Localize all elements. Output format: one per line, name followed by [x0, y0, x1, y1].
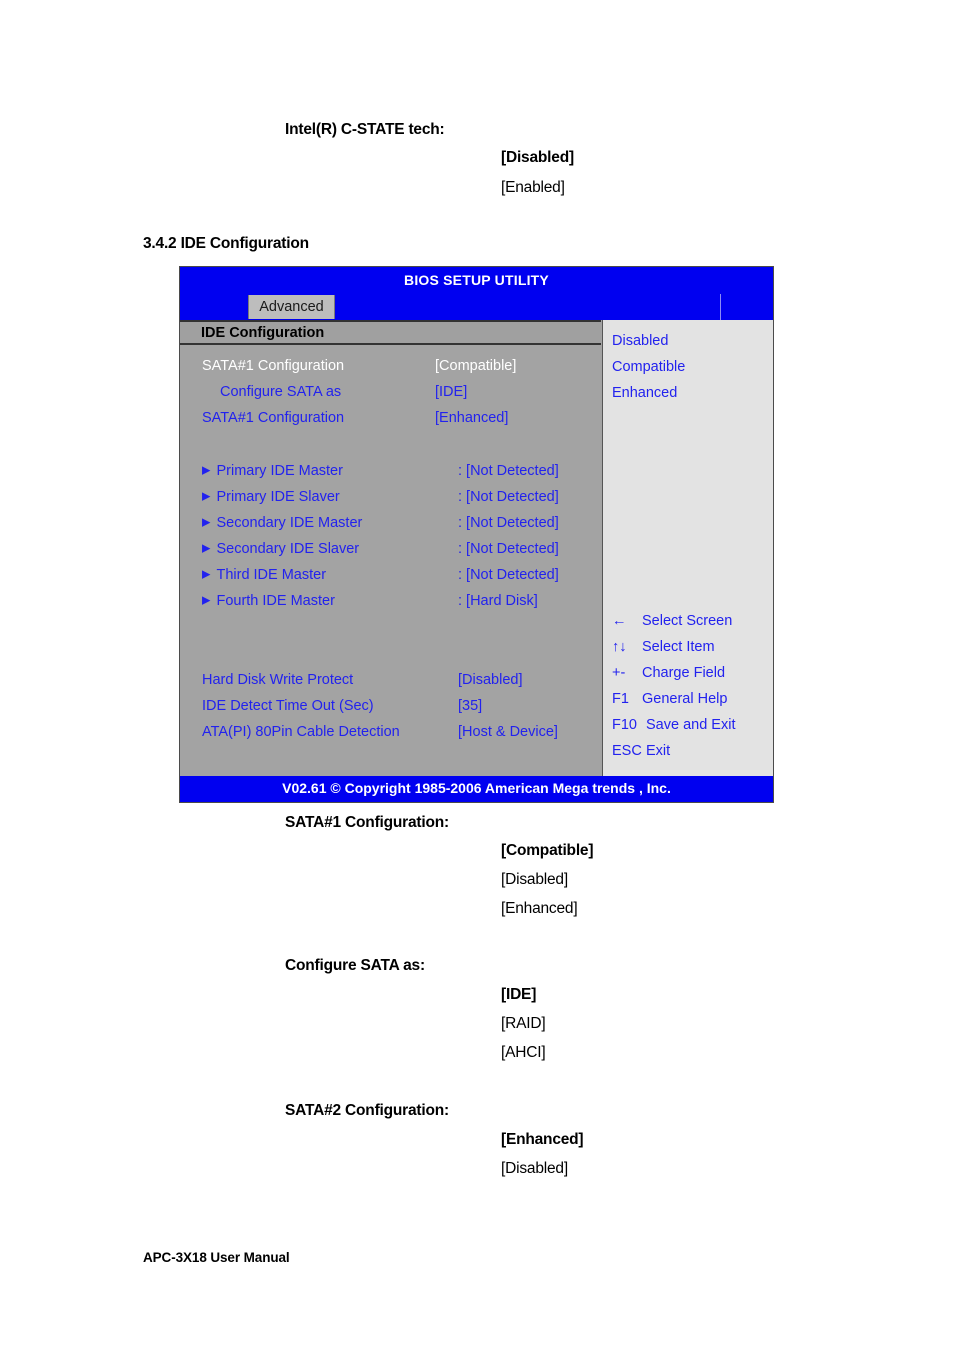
f10-key: F10: [612, 717, 637, 733]
setting-label: IDE Detect Time Out (Sec): [202, 698, 374, 714]
block-2-option-1: [Disabled]: [501, 1160, 568, 1177]
setting-value[interactable]: [IDE]: [435, 384, 467, 400]
setting-row-hard-disk-write-protect[interactable]: Hard Disk Write Protect [Disabled]: [180, 672, 601, 692]
setting-value[interactable]: [Disabled]: [458, 672, 522, 688]
nav-label: Save and Exit: [646, 717, 736, 733]
triangle-right-icon: ▶: [202, 464, 211, 477]
setting-row-ata-80pin-cable-detection[interactable]: ATA(PI) 80Pin Cable Detection [Host & De…: [180, 724, 601, 744]
triangle-right-icon: ▶: [202, 516, 211, 529]
bios-title: BIOS SETUP UTILITY: [404, 272, 549, 288]
device-value: : [Not Detected]: [458, 567, 559, 583]
setting-row-configure-sata-as[interactable]: Configure SATA as [IDE]: [180, 384, 601, 404]
setting-row-sata1-configuration[interactable]: SATA#1 Configuration [Compatible]: [180, 358, 601, 378]
nav-select-item: ↑↓ Select Item: [612, 639, 715, 655]
setting-label: SATA#1 Configuration: [202, 358, 345, 374]
device-label-text: Primary IDE Master: [216, 463, 343, 479]
block-2-option-0: [Enhanced]: [501, 1131, 584, 1148]
nav-exit: ESC Exit: [612, 743, 670, 759]
help-option-enhanced[interactable]: Enhanced: [612, 385, 677, 401]
device-label: ▶ Primary IDE Slaver: [202, 489, 340, 505]
device-row-secondary-ide-slaver[interactable]: ▶ Secondary IDE Slaver : [Not Detected]: [180, 541, 601, 561]
f1-key: F1: [612, 691, 629, 707]
setting-label: ATA(PI) 80Pin Cable Detection: [202, 724, 400, 740]
device-label: ▶ Secondary IDE Slaver: [202, 541, 359, 557]
block-1-option-0: [IDE]: [501, 986, 537, 1003]
nav-charge-field: +- Charge Field: [612, 665, 725, 681]
device-row-primary-ide-slaver[interactable]: ▶ Primary IDE Slaver : [Not Detected]: [180, 489, 601, 509]
block-label-configure-sata-as: Configure SATA as:: [285, 957, 425, 974]
nav-label: General Help: [642, 691, 728, 707]
triangle-right-icon: ▶: [202, 490, 211, 503]
block-0-option-2: [Enhanced]: [501, 900, 578, 917]
device-row-secondary-ide-master[interactable]: ▶ Secondary IDE Master : [Not Detected]: [180, 515, 601, 535]
section-heading: 3.4.2 IDE Configuration: [143, 235, 309, 252]
bios-tabbar: Advanced: [180, 294, 773, 320]
device-label: ▶ Third IDE Master: [202, 567, 326, 583]
block-1-option-1: [RAID]: [501, 1015, 546, 1032]
device-row-third-ide-master[interactable]: ▶ Third IDE Master : [Not Detected]: [180, 567, 601, 587]
device-label: ▶ Primary IDE Master: [202, 463, 343, 479]
device-label-text: Primary IDE Slaver: [216, 489, 340, 505]
setting-value[interactable]: [Enhanced]: [435, 410, 508, 426]
block-label-sata1-configuration: SATA#1 Configuration:: [285, 814, 449, 831]
device-value: : [Not Detected]: [458, 489, 559, 505]
triangle-right-icon: ▶: [202, 542, 211, 555]
cstate-label: Intel(R) C-STATE tech:: [285, 121, 445, 138]
bios-copyright-text: V02.61 © Copyright 1985-2006 American Me…: [282, 780, 671, 796]
nav-label: Select Item: [642, 639, 715, 655]
help-pane: Disabled Compatible Enhanced ← Select Scr…: [602, 320, 773, 776]
block-0-option-0: [Compatible]: [501, 842, 594, 859]
help-option-disabled[interactable]: Disabled: [612, 333, 668, 349]
nav-label: Select Screen: [642, 613, 733, 629]
help-option-compatible[interactable]: Compatible: [612, 359, 685, 375]
esc-key: ESC: [612, 743, 642, 759]
nav-select-screen: ← Select Screen: [612, 613, 732, 629]
device-row-primary-ide-master[interactable]: ▶ Primary IDE Master : [Not Detected]: [180, 463, 601, 483]
device-value: : [Not Detected]: [458, 541, 559, 557]
setting-value[interactable]: [Host & Device]: [458, 724, 558, 740]
setting-label: SATA#1 Configuration: [202, 410, 345, 426]
bios-setup-screenshot: BIOS SETUP UTILITY Advanced IDE Configur…: [179, 266, 774, 803]
setting-row-ide-detect-time-out[interactable]: IDE Detect Time Out (Sec) [35]: [180, 698, 601, 718]
cstate-option-0: [Disabled]: [501, 149, 574, 166]
block-1-option-2: [AHCI]: [501, 1044, 546, 1061]
device-value: : [Not Detected]: [458, 515, 559, 531]
device-label-text: Fourth IDE Master: [216, 593, 335, 609]
settings-pane: IDE Configuration SATA#1 Configuration […: [180, 320, 601, 776]
tabbar-divider: [720, 294, 721, 320]
nav-save-and-exit: F10 Save and Exit: [612, 717, 735, 733]
nav-label: Exit: [646, 743, 671, 759]
block-0-option-1: [Disabled]: [501, 871, 568, 888]
device-label: ▶ Secondary IDE Master: [202, 515, 362, 531]
cstate-option-1: [Enabled]: [501, 179, 565, 196]
tab-advanced[interactable]: Advanced: [248, 295, 335, 319]
device-label: ▶ Fourth IDE Master: [202, 593, 335, 609]
device-row-fourth-ide-master[interactable]: ▶ Fourth IDE Master : [Hard Disk]: [180, 593, 601, 613]
device-value: : [Not Detected]: [458, 463, 559, 479]
section-title-text: IDE Configuration: [201, 325, 325, 341]
arrow-updown-icon: ↑↓: [612, 639, 627, 655]
setting-value[interactable]: [35]: [458, 698, 482, 714]
bios-body: IDE Configuration SATA#1 Configuration […: [180, 320, 773, 776]
page-footer: APC-3X18 User Manual: [143, 1250, 290, 1265]
nav-label: Charge Field: [642, 665, 726, 681]
device-label-text: Secondary IDE Master: [216, 515, 363, 531]
section-title-bar: IDE Configuration: [180, 320, 601, 345]
setting-value[interactable]: [Compatible]: [435, 358, 516, 374]
block-label-sata2-configuration: SATA#2 Configuration:: [285, 1102, 449, 1119]
device-label-text: Third IDE Master: [216, 567, 327, 583]
setting-row-sata2-configuration[interactable]: SATA#1 Configuration [Enhanced]: [180, 410, 601, 430]
triangle-right-icon: ▶: [202, 594, 211, 607]
device-label-text: Secondary IDE Slaver: [216, 541, 360, 557]
nav-general-help: F1 General Help: [612, 691, 727, 707]
triangle-right-icon: ▶: [202, 568, 211, 581]
setting-label: Hard Disk Write Protect: [202, 672, 354, 688]
plus-minus-icon: +-: [612, 665, 626, 681]
device-value: : [Hard Disk]: [458, 593, 538, 609]
bios-copyright-bar: V02.61 © Copyright 1985-2006 American Me…: [180, 776, 773, 802]
setting-label: Configure SATA as: [220, 384, 342, 400]
arrow-left-icon: ←: [612, 613, 627, 629]
bios-titlebar: BIOS SETUP UTILITY: [180, 267, 773, 294]
